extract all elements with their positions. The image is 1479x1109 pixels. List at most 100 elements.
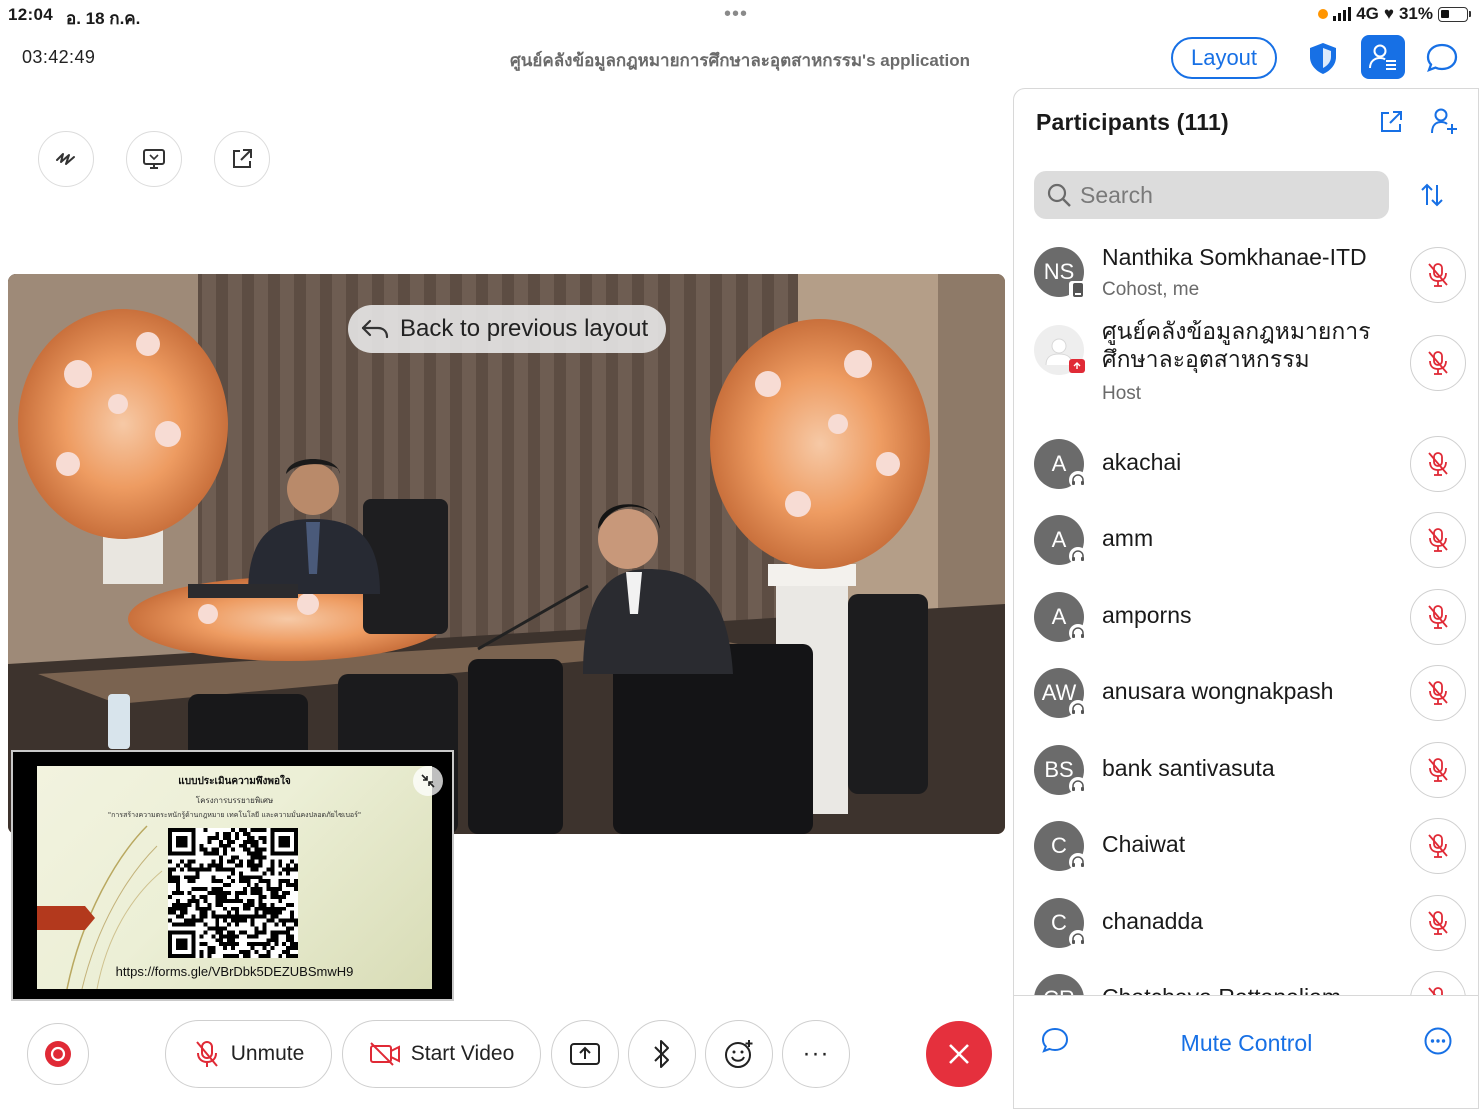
meeting-timer: 03:42:49 bbox=[22, 47, 96, 67]
participant-row[interactable]: C Chaiwat bbox=[1014, 809, 1478, 885]
mute-control-button[interactable]: Mute Control bbox=[1154, 1030, 1339, 1057]
security-shield-icon[interactable] bbox=[1305, 40, 1341, 76]
status-time: 12:04 bbox=[8, 5, 53, 24]
participants-title: Participants (111) bbox=[1036, 109, 1229, 135]
annotate-button[interactable] bbox=[38, 131, 94, 187]
muted-mic-icon bbox=[1428, 911, 1448, 935]
participant-row[interactable]: BS bank santivasuta bbox=[1014, 733, 1478, 809]
muted-mic-icon bbox=[195, 1041, 218, 1067]
qr-code-icon bbox=[168, 828, 298, 958]
unmute-label: Unmute bbox=[230, 1042, 305, 1065]
headset-icon bbox=[1072, 550, 1084, 561]
mute-participant-button[interactable] bbox=[1410, 742, 1466, 798]
mute-participant-button[interactable] bbox=[1410, 665, 1466, 721]
more-options-button[interactable]: ··· bbox=[782, 1020, 850, 1088]
more-options-icon[interactable] bbox=[1423, 1026, 1453, 1056]
participant-row[interactable]: C chanadda bbox=[1014, 886, 1478, 962]
meeting-title: ศูนย์คลังข้อมูลกฎหมายการศึกษาละอุตสาหกรร… bbox=[510, 51, 970, 70]
mute-participant-button[interactable] bbox=[1410, 436, 1466, 492]
muted-mic-icon bbox=[1428, 758, 1448, 782]
status-bar: 12:04 อ. 18 ก.ค. ••• 4G ♥ 31% bbox=[0, 0, 1479, 30]
participant-row[interactable]: AW anusara wongnakpash bbox=[1014, 656, 1478, 732]
muted-mic-icon bbox=[1428, 834, 1448, 858]
slide-subtitle: โครงการบรรยายพิเศษ bbox=[195, 796, 274, 805]
participant-name: Chatchaya Rattanaliam bbox=[1102, 984, 1341, 995]
network-type: 4G bbox=[1356, 4, 1379, 23]
headset-icon bbox=[1072, 780, 1084, 791]
headset-icon bbox=[1072, 933, 1084, 944]
participant-name: amm bbox=[1102, 525, 1154, 551]
mute-participant-button[interactable] bbox=[1410, 818, 1466, 874]
unmute-button[interactable]: Unmute bbox=[165, 1020, 332, 1088]
status-date: อ. 18 ก.ค. bbox=[66, 9, 141, 28]
muted-mic-icon bbox=[1428, 351, 1448, 375]
headset-audio-icon bbox=[1069, 471, 1087, 489]
panel-footer: Mute Control bbox=[1014, 995, 1478, 1108]
cellular-signal-icon bbox=[1333, 7, 1352, 21]
back-to-previous-layout-button[interactable]: Back to previous layout bbox=[348, 305, 666, 353]
mute-participant-button[interactable] bbox=[1410, 512, 1466, 568]
participant-name: Chaiwat bbox=[1102, 831, 1186, 857]
slide-topic: "การสร้างความตระหนักรู้ด้านกฎหมาย เทคโนโ… bbox=[107, 811, 362, 819]
video-off-icon bbox=[369, 1042, 400, 1066]
share-button[interactable] bbox=[551, 1020, 619, 1088]
back-to-layout-label: Back to previous layout bbox=[400, 315, 649, 342]
chat-icon[interactable] bbox=[1040, 1026, 1070, 1056]
participant-name: Nanthika Somkhanae-ITD bbox=[1102, 244, 1367, 270]
slide-title: แบบประเมินความพึงพอใจ bbox=[178, 776, 291, 787]
participant-row[interactable]: ศูนย์คลังข้อมูลกฎหมายการ ศึกษาละอุตสาหกร… bbox=[1014, 315, 1478, 415]
record-button[interactable] bbox=[27, 1023, 89, 1085]
participants-icon bbox=[1369, 44, 1396, 70]
screen-sharing-icon bbox=[1069, 359, 1085, 373]
participant-list[interactable]: NS Nanthika Somkhanae-ITD Cohost, me ศูน… bbox=[1014, 235, 1478, 995]
popout-panel-icon[interactable] bbox=[1378, 109, 1404, 135]
share-upload-icon bbox=[570, 1043, 600, 1065]
muted-mic-icon bbox=[1428, 987, 1443, 995]
participant-row[interactable]: CR Chatchaya Rattanaliam bbox=[1014, 962, 1478, 995]
start-video-label: Start Video bbox=[410, 1042, 515, 1065]
avatar: CR bbox=[1034, 974, 1084, 995]
participant-row[interactable]: A amporns bbox=[1014, 580, 1478, 656]
mute-participant-button[interactable] bbox=[1410, 589, 1466, 645]
headset-audio-icon bbox=[1069, 930, 1087, 948]
shared-content-thumbnail[interactable]: แบบประเมินความพึงพอใจ โครงการบรรยายพิเศษ… bbox=[11, 750, 454, 1001]
reactions-button[interactable] bbox=[705, 1020, 773, 1088]
headset-audio-icon bbox=[1069, 624, 1087, 642]
collapse-thumbnail-icon[interactable] bbox=[413, 766, 443, 796]
search-input[interactable]: Search bbox=[1034, 171, 1389, 219]
multitasking-dots[interactable]: ••• bbox=[724, 3, 748, 26]
search-icon bbox=[1047, 183, 1071, 207]
participant-role: Cohost, me bbox=[1102, 279, 1200, 300]
mute-participant-button[interactable] bbox=[1410, 971, 1466, 995]
phone-device-icon bbox=[1069, 281, 1087, 299]
shared-slide: แบบประเมินความพึงพอใจ โครงการบรรยายพิเศษ… bbox=[37, 766, 432, 989]
headset-audio-icon bbox=[1069, 853, 1087, 871]
participant-name: anusara wongnakpash bbox=[1102, 678, 1334, 704]
screen-share-icon bbox=[143, 149, 165, 169]
headset-audio-icon bbox=[1069, 777, 1087, 795]
invite-participant-icon[interactable] bbox=[1430, 107, 1458, 135]
participant-row[interactable]: NS Nanthika Somkhanae-ITD Cohost, me bbox=[1014, 235, 1478, 315]
sort-icon[interactable] bbox=[1418, 181, 1446, 209]
start-video-button[interactable]: Start Video bbox=[342, 1020, 541, 1088]
status-indicators: 4G ♥ 31% bbox=[1318, 4, 1471, 24]
participants-panel-button[interactable] bbox=[1361, 35, 1405, 79]
mute-participant-button[interactable] bbox=[1410, 247, 1466, 303]
mic-in-use-indicator-icon bbox=[1318, 9, 1329, 19]
layout-button[interactable]: Layout bbox=[1171, 37, 1277, 79]
battery-percent: 31% bbox=[1398, 4, 1433, 23]
leave-meeting-button[interactable] bbox=[926, 1021, 992, 1087]
popout-view-button[interactable] bbox=[214, 131, 270, 187]
share-screen-view-button[interactable] bbox=[126, 131, 182, 187]
host-name-line2: ศึกษาละอุตสาหกรรม bbox=[1102, 346, 1310, 372]
chat-icon[interactable] bbox=[1424, 40, 1460, 76]
headset-icon bbox=[1072, 474, 1084, 485]
participant-row[interactable]: A akachai bbox=[1014, 427, 1478, 503]
mute-participant-button[interactable] bbox=[1410, 335, 1466, 391]
close-icon bbox=[949, 1044, 969, 1064]
mute-participant-button[interactable] bbox=[1410, 895, 1466, 951]
external-link-icon bbox=[233, 149, 252, 168]
participant-row[interactable]: A amm bbox=[1014, 503, 1478, 579]
bluetooth-audio-button[interactable] bbox=[628, 1020, 696, 1088]
participant-name: bank santivasuta bbox=[1102, 755, 1275, 781]
